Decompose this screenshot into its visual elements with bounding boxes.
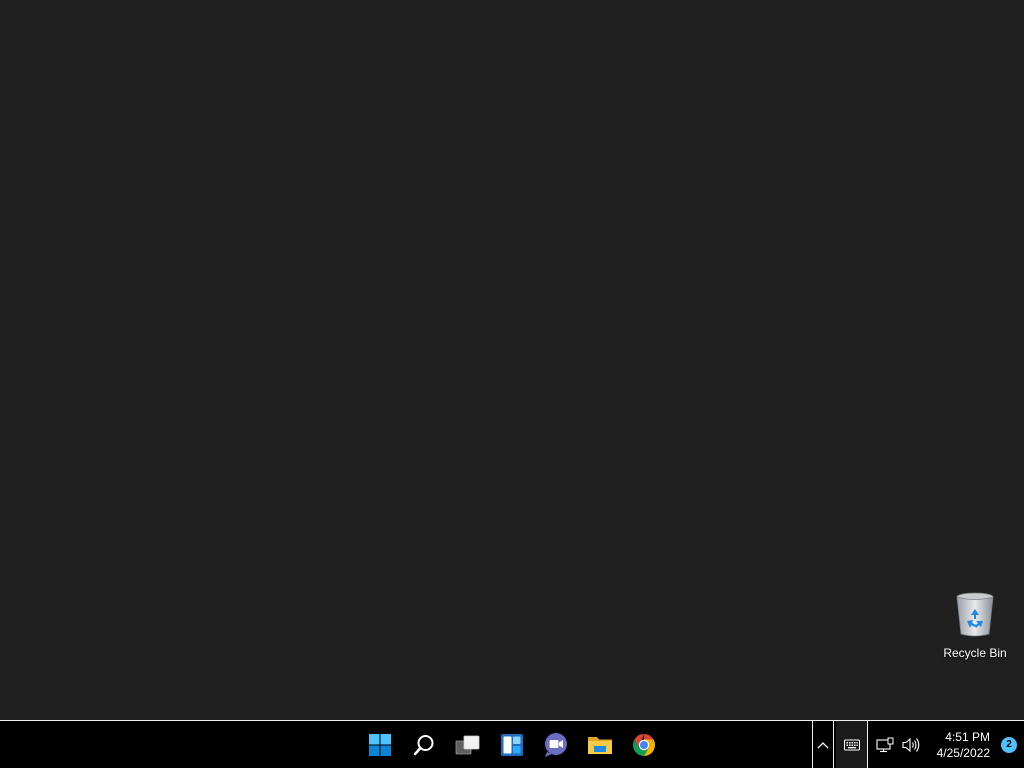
taskbar: 4:51 PM 4/25/2022 2 [0, 720, 1024, 768]
quick-settings-button[interactable] [868, 733, 922, 757]
chrome-icon [633, 733, 655, 756]
desktop: Recycle Bin [0, 0, 1024, 720]
file-explorer-button[interactable] [578, 723, 622, 767]
widgets-button[interactable] [490, 723, 534, 767]
chat-icon [545, 732, 567, 757]
start-button[interactable] [358, 723, 402, 767]
clock[interactable]: 4:51 PM 4/25/2022 [926, 729, 994, 761]
task-view-button[interactable] [446, 723, 490, 767]
show-hidden-icons-button[interactable] [812, 721, 834, 768]
recycle-bin-icon [956, 592, 994, 637]
clock-time: 4:51 PM [945, 729, 990, 744]
clock-date: 4/25/2022 [936, 745, 990, 760]
search-icon [413, 734, 434, 755]
notification-count-badge: 2 [1001, 736, 1017, 753]
chrome-button[interactable] [622, 723, 666, 767]
notification-center-button[interactable]: 2 [994, 721, 1024, 768]
widgets-icon [501, 733, 523, 756]
search-button[interactable] [402, 723, 446, 767]
desktop-icon-label: Recycle Bin [943, 646, 1007, 660]
folder-icon [588, 736, 612, 754]
volume-status [900, 733, 922, 757]
system-tray: 4:51 PM 4/25/2022 2 [812, 721, 1024, 768]
keyboard-icon [843, 739, 860, 750]
windows-start-icon [369, 733, 391, 756]
taskbar-pinned-apps [358, 721, 666, 768]
touch-keyboard-button[interactable] [836, 721, 868, 768]
volume-icon [902, 737, 920, 752]
task-view-icon [455, 735, 480, 754]
chevron-up-icon [817, 741, 829, 748]
network-icon [876, 737, 894, 752]
chat-button[interactable] [534, 723, 578, 767]
desktop-icon-recycle-bin[interactable]: Recycle Bin [940, 592, 1010, 664]
network-status [874, 733, 896, 757]
